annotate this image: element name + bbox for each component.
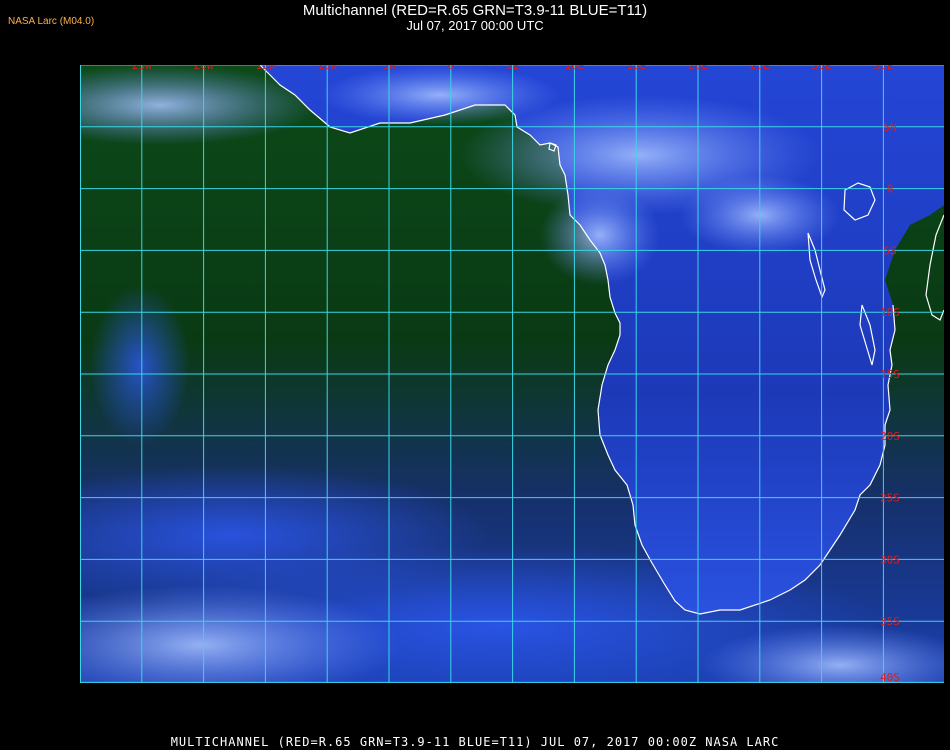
longitude-label: 10E xyxy=(564,65,584,72)
latitude-label: 20S xyxy=(880,430,900,443)
image-title: Multichannel (RED=R.65 GRN=T3.9-11 BLUE=… xyxy=(302,2,648,19)
latitude-label: 15S xyxy=(880,368,900,381)
longitude-label: 15W xyxy=(255,65,275,72)
latitude-label: 40S xyxy=(880,671,900,683)
longitude-label: 30E xyxy=(812,65,832,72)
longitude-label: 25E xyxy=(750,65,770,72)
satellite-map: 25W 20W 15W 10W 5W 0 5E 10E 15E 20E 25E 30E 35E 5N 0 5S… xyxy=(80,65,944,683)
longitude-label: 5E xyxy=(506,65,519,72)
latitude-label: 35S xyxy=(880,615,900,628)
latitude-label: 10S xyxy=(880,306,900,319)
latitude-label: 5S xyxy=(883,244,896,257)
latitude-label: 0 xyxy=(887,183,894,196)
longitude-label: 15E xyxy=(626,65,646,72)
satellite-image-page: NASA Larc (M04.0) Multichannel (RED=R.65… xyxy=(0,0,950,750)
latitude-label: 5N xyxy=(883,121,896,134)
longitude-label: 10W xyxy=(317,65,337,72)
cloud-band xyxy=(90,285,190,445)
cloud-cover-land xyxy=(540,185,660,285)
longitude-label: 25W xyxy=(132,65,152,72)
longitude-label: 20W xyxy=(194,65,214,72)
image-caption: MULTICHANNEL (RED=R.65 GRN=T3.9-11 BLUE=… xyxy=(170,735,780,749)
satellite-map-canvas: 25W 20W 15W 10W 5W 0 5E 10E 15E 20E 25E 30E 35E 5N 0 5S… xyxy=(80,65,944,683)
longitude-label: 35E xyxy=(873,65,893,72)
latitude-label: 30S xyxy=(880,553,900,566)
latitude-label: 25S xyxy=(880,492,900,505)
longitude-label: 0 xyxy=(447,65,454,72)
image-timestamp: Jul 07, 2017 00:00 UTC xyxy=(406,18,544,33)
longitude-label: 5W xyxy=(382,65,396,72)
longitude-label: 20E xyxy=(688,65,708,72)
